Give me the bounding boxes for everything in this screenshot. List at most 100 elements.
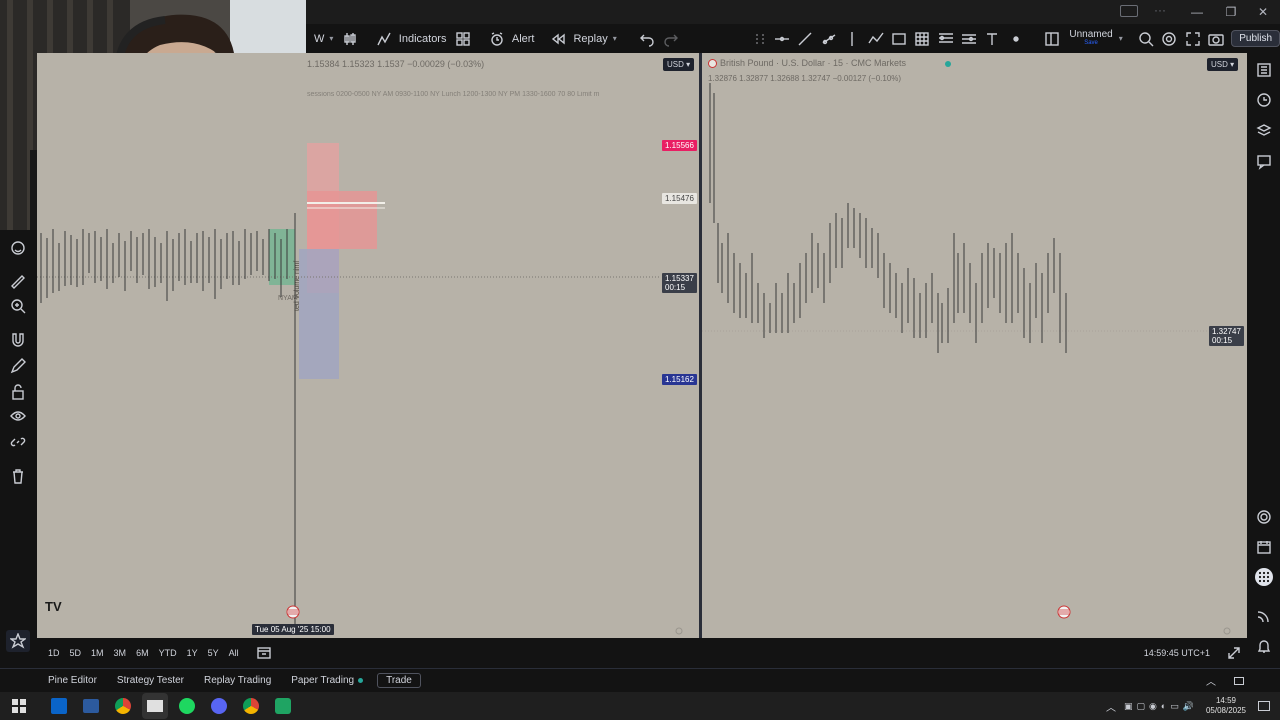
left-sessions-text: sessions 0200-0500 NY AM 0930-1100 NY Lu… [307, 91, 600, 98]
lock-icon[interactable] [8, 382, 28, 402]
date-range-icon[interactable] [254, 643, 274, 663]
settings-icon[interactable] [1160, 29, 1178, 49]
windows-taskbar: ︿ ▣▢◉◐▭🔊 14:59 05/08/2025 [0, 692, 1280, 720]
text-icon[interactable] [983, 29, 1001, 49]
chat-icon[interactable] [1255, 153, 1273, 171]
emoji-icon[interactable] [8, 238, 28, 258]
vertical-line-icon[interactable] [843, 29, 861, 49]
eye-icon[interactable] [8, 406, 28, 426]
fullscreen-icon[interactable] [1184, 29, 1202, 49]
range-5y[interactable]: 5Y [203, 648, 224, 658]
target-icon[interactable] [1255, 508, 1273, 526]
tab-trade[interactable]: Trade [377, 673, 421, 688]
rectangle-icon[interactable] [890, 29, 908, 49]
watchlist-icon[interactable] [1255, 61, 1273, 79]
tab-strategy-tester[interactable]: Strategy Tester [107, 675, 194, 686]
undo-icon[interactable] [638, 29, 656, 49]
chrome-icon[interactable] [110, 693, 136, 719]
range-ytd[interactable]: YTD [154, 648, 182, 658]
more-icon[interactable]: ··· [1154, 3, 1166, 17]
currency-selector[interactable]: USD ▾ [663, 58, 695, 71]
tray-icons[interactable]: ▣▢◉◐▭🔊 [1124, 701, 1198, 712]
price-tag-current: 1.15337 00:15 [662, 273, 697, 293]
minimize-button[interactable]: — [1180, 0, 1214, 24]
currency-label: USD [667, 60, 684, 69]
range-1m[interactable]: 1M [86, 648, 109, 658]
trend-line-icon[interactable] [796, 29, 814, 49]
templates-icon[interactable] [453, 29, 471, 49]
notification-center-icon[interactable] [1258, 701, 1270, 711]
tab-replay-trading[interactable]: Replay Trading [194, 675, 281, 686]
range-all[interactable]: All [224, 648, 244, 658]
replay-button[interactable]: Replay ▾ [541, 24, 623, 53]
green-app-icon[interactable] [270, 693, 296, 719]
outlook-icon[interactable] [46, 693, 72, 719]
expand-icon[interactable] [1224, 643, 1244, 663]
alerts-clock-icon[interactable] [1255, 91, 1273, 109]
polyline-icon[interactable] [866, 29, 884, 49]
range-1d[interactable]: 1D [43, 648, 65, 658]
discord-icon[interactable] [206, 693, 232, 719]
right-chart-canvas [702, 61, 1231, 635]
ruler-icon[interactable] [8, 272, 28, 292]
tab-paper-trading[interactable]: Paper Trading [281, 675, 373, 686]
dot-icon[interactable] [1007, 29, 1025, 49]
windows-start-icon[interactable] [6, 693, 32, 719]
layout-icon[interactable] [1043, 29, 1061, 49]
apps-grid-icon[interactable] [1255, 568, 1273, 586]
chart-pane-right[interactable]: British Pound · U.S. Dollar · 15 · CMC M… [702, 53, 1247, 638]
zoom-in-icon[interactable] [8, 296, 28, 316]
search-quick-icon[interactable] [1137, 29, 1155, 49]
broadcast-icon[interactable] [1255, 607, 1273, 625]
alert-button[interactable]: Alert [480, 24, 542, 53]
fib-retracement-icon[interactable] [937, 29, 955, 49]
star-favorite-icon[interactable] [6, 630, 30, 652]
range-6m[interactable]: 6M [131, 648, 154, 658]
price-tag-red: 1.15566 [662, 140, 697, 151]
range-3m[interactable]: 3M [109, 648, 132, 658]
tradingview-logo: TV [45, 599, 62, 614]
price-countdown-right: 00:15 [1212, 336, 1233, 345]
currency-selector-right[interactable]: USD ▾ [1207, 58, 1239, 71]
taskbar-clock[interactable]: 14:59 05/08/2025 [1206, 696, 1246, 716]
magnet-icon[interactable] [8, 330, 28, 350]
layout-name-button[interactable]: Unnamed Save [1069, 29, 1112, 48]
utc-clock[interactable]: 14:59:45 UTC+1 [1144, 648, 1210, 658]
tradingview-app-icon[interactable] [142, 693, 168, 719]
monitor-icon[interactable] [1120, 5, 1138, 17]
chart-pane-left[interactable]: NYAM ted Volume nimf TV 1.15384 1.15323 … [37, 53, 699, 638]
notifications-bell-icon[interactable] [1255, 637, 1273, 655]
candle-type-icon[interactable] [340, 29, 358, 49]
tab-pine-editor[interactable]: Pine Editor [38, 675, 107, 686]
camera-icon[interactable] [1207, 29, 1225, 49]
ray-icon[interactable] [820, 29, 838, 49]
drag-handle-icon[interactable] [751, 29, 769, 49]
tray-chevron-icon[interactable]: ︿ [1106, 699, 1116, 714]
layers-icon[interactable] [1255, 122, 1273, 140]
horizontal-line-icon[interactable] [773, 29, 791, 49]
publish-button[interactable]: Publish [1231, 30, 1280, 47]
explorer-icon[interactable] [78, 693, 104, 719]
position-icon[interactable] [960, 29, 978, 49]
pencil-lock-icon[interactable] [8, 356, 28, 376]
blue-zone-box [299, 249, 339, 379]
close-button[interactable]: ✕ [1246, 0, 1280, 24]
grid-icon[interactable] [913, 29, 931, 49]
maximize-button[interactable]: ❐ [1214, 0, 1248, 24]
chevron-down-icon[interactable]: ▾ [1119, 34, 1123, 43]
range-5d[interactable]: 5D [65, 648, 87, 658]
redo-icon[interactable] [662, 29, 680, 49]
chrome-icon-2[interactable] [238, 693, 264, 719]
spotify-icon[interactable] [174, 693, 200, 719]
right-symbol-header[interactable]: British Pound · U.S. Dollar · 15 · CMC M… [708, 58, 906, 68]
interval-selector[interactable]: W ▾ [306, 24, 340, 53]
bear-order-block [307, 191, 377, 249]
link-icon[interactable] [8, 432, 28, 452]
range-1y[interactable]: 1Y [182, 648, 203, 658]
chevron-up-icon[interactable]: ︿ [1206, 673, 1216, 688]
right-ohlc: 1.32876 1.32877 1.32688 1.32747 −0.00127… [708, 74, 902, 83]
calendar-icon[interactable] [1255, 538, 1273, 556]
trash-icon[interactable] [8, 466, 28, 486]
indicators-button[interactable]: Indicators [367, 24, 454, 53]
maximize-panel-icon[interactable] [1234, 676, 1244, 685]
